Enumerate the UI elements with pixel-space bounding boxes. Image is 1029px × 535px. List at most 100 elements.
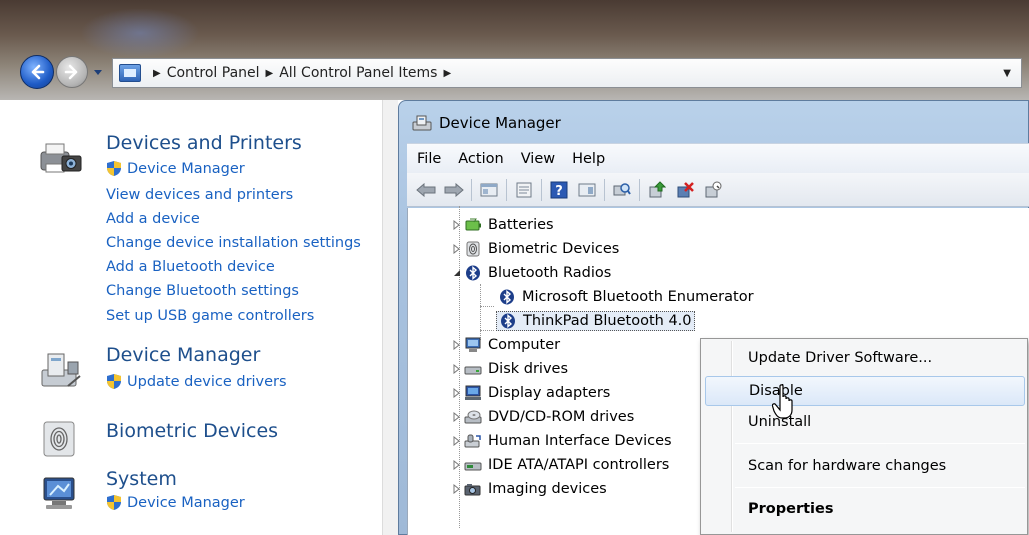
- toolbar-scan-hardware-button[interactable]: [611, 179, 633, 201]
- menu-action[interactable]: Action: [458, 151, 503, 167]
- devices-printers-title[interactable]: Devices and Printers: [106, 132, 302, 154]
- control-panel-icon: [119, 64, 141, 82]
- device-manager-title[interactable]: Device Manager: [106, 344, 260, 366]
- expand-arrow-icon[interactable]: [452, 364, 462, 374]
- toolbar-properties-button[interactable]: [513, 179, 535, 201]
- recent-pages-dropdown-icon[interactable]: [92, 66, 104, 78]
- bluetooth-icon: [500, 289, 514, 305]
- system-title[interactable]: System: [106, 468, 177, 490]
- forward-arrow-icon: [64, 64, 78, 80]
- toolbar-show-hide-tree-button[interactable]: [478, 179, 500, 201]
- device-manager-titlebar[interactable]: Device Manager: [411, 111, 561, 135]
- breadcrumb-control-panel[interactable]: Control Panel: [167, 65, 260, 81]
- usb-game-controllers-link[interactable]: Set up USB game controllers: [106, 308, 314, 324]
- breadcrumb-all-items[interactable]: All Control Panel Items: [279, 65, 437, 81]
- tree-item-label: Microsoft Bluetooth Enumerator: [522, 289, 754, 305]
- uac-shield-icon: [107, 495, 121, 510]
- toolbar-help-button[interactable]: ?: [548, 179, 570, 201]
- toolbar-separator: [506, 178, 507, 201]
- control-panel-scrollbar[interactable]: [382, 100, 398, 535]
- hid-icon: [464, 434, 481, 448]
- hand-cursor-icon: [772, 384, 793, 419]
- biometric-devices-title[interactable]: Biometric Devices: [106, 420, 278, 442]
- expand-arrow-icon[interactable]: [452, 412, 462, 422]
- system-computer-icon: [43, 477, 75, 509]
- context-menu-disable[interactable]: Disable: [705, 376, 1025, 406]
- expand-arrow-icon[interactable]: [452, 244, 462, 254]
- tree-item-ide-ata-atapi-controllers[interactable]: IDE ATA/ATAPI controllers: [452, 454, 669, 476]
- bluetooth-settings-link[interactable]: Change Bluetooth settings: [106, 283, 299, 299]
- tree-connector-line: [480, 306, 494, 307]
- collapse-arrow-icon[interactable]: [452, 268, 462, 278]
- toolbar-back-button[interactable]: [415, 179, 437, 201]
- tree-item-dvd-cd-rom-drives[interactable]: DVD/CD-ROM drives: [452, 406, 634, 428]
- menu-view[interactable]: View: [521, 151, 555, 167]
- expand-arrow-icon[interactable]: [452, 460, 462, 470]
- address-dropdown-icon[interactable]: ▼: [1003, 68, 1011, 79]
- system-device-manager-link[interactable]: Device Manager: [106, 494, 245, 511]
- update-driver-icon: [649, 180, 666, 197]
- tree-item-label: Human Interface Devices: [488, 433, 672, 449]
- update-device-drivers-link[interactable]: Update device drivers: [106, 373, 287, 390]
- expand-arrow-icon[interactable]: [452, 484, 462, 494]
- tree-item-label: DVD/CD-ROM drives: [488, 409, 635, 425]
- context-menu-properties[interactable]: Properties: [735, 494, 1025, 524]
- back-button[interactable]: [20, 55, 54, 89]
- expand-arrow-icon[interactable]: [452, 220, 462, 230]
- context-menu-separator: [735, 487, 1025, 488]
- battery-icon: [465, 218, 481, 231]
- toolbar: ?: [407, 173, 1029, 207]
- menu-file[interactable]: File: [417, 151, 441, 167]
- toolbar-uninstall-button[interactable]: [674, 179, 696, 201]
- breadcrumb-separator-icon[interactable]: ▶: [443, 68, 451, 79]
- bluetooth-icon: [466, 265, 480, 281]
- breadcrumb-separator-icon[interactable]: ▶: [153, 68, 161, 79]
- expand-arrow-icon[interactable]: [452, 436, 462, 446]
- tree-item-label: Batteries: [488, 217, 554, 233]
- toolbar-forward-button[interactable]: [443, 179, 465, 201]
- tree-item-computer[interactable]: Computer: [452, 334, 560, 356]
- fingerprint-icon: [466, 241, 480, 257]
- add-device-link[interactable]: Add a device: [106, 211, 200, 227]
- expand-arrow-icon[interactable]: [452, 388, 462, 398]
- tree-item-human-interface-devices[interactable]: Human Interface Devices: [452, 430, 672, 452]
- toolbar-separator: [541, 178, 542, 201]
- device-manager-window-title: Device Manager: [439, 114, 561, 132]
- context-menu-scan-hardware[interactable]: Scan for hardware changes: [735, 451, 1025, 481]
- tree-item-microsoft-bluetooth-enumerator[interactable]: Microsoft Bluetooth Enumerator: [498, 286, 754, 308]
- tree-item-thinkpad-bluetooth[interactable]: ThinkPad Bluetooth 4.0: [496, 310, 695, 332]
- toolbar-separator: [471, 178, 472, 201]
- toolbar-action-pane-button[interactable]: [576, 179, 598, 201]
- device-installation-settings-link[interactable]: Change device installation settings: [106, 235, 361, 251]
- tree-item-batteries[interactable]: Batteries: [452, 214, 554, 236]
- system-device-manager-label: Device Manager: [127, 494, 245, 511]
- tree-item-biometric-devices[interactable]: Biometric Devices: [452, 238, 619, 260]
- bluetooth-icon: [501, 313, 515, 329]
- action-pane-icon: [578, 183, 596, 196]
- context-menu-separator: [735, 443, 1025, 444]
- tree-connector-line: [480, 330, 494, 331]
- update-device-drivers-label: Update device drivers: [127, 373, 287, 390]
- tree-item-imaging-devices[interactable]: Imaging devices: [452, 478, 607, 500]
- tree-item-disk-drives[interactable]: Disk drives: [452, 358, 568, 380]
- breadcrumb-separator-icon[interactable]: ▶: [266, 68, 274, 79]
- expand-arrow-icon[interactable]: [452, 340, 462, 350]
- menu-help[interactable]: Help: [572, 151, 605, 167]
- tree-item-bluetooth-radios[interactable]: Bluetooth Radios: [452, 262, 611, 284]
- forward-button[interactable]: [56, 56, 88, 88]
- toolbar-update-driver-button[interactable]: [646, 179, 668, 201]
- camera-icon: [464, 484, 481, 496]
- view-devices-printers-link[interactable]: View devices and printers: [106, 187, 293, 203]
- add-bluetooth-device-link[interactable]: Add a Bluetooth device: [106, 259, 275, 275]
- address-bar[interactable]: ▶ Control Panel ▶ All Control Panel Item…: [112, 58, 1022, 88]
- help-icon: ?: [550, 181, 568, 199]
- toolbar-disable-button[interactable]: [702, 179, 724, 201]
- background-glow: [80, 8, 200, 58]
- window-chrome: ▶ Control Panel ▶ All Control Panel Item…: [0, 0, 1029, 100]
- context-menu-update-driver[interactable]: Update Driver Software...: [735, 343, 1025, 373]
- device-manager-link[interactable]: Device Manager: [106, 160, 245, 177]
- computer-icon: [465, 337, 481, 352]
- disk-drive-icon: [464, 366, 482, 375]
- tree-item-display-adapters[interactable]: Display adapters: [452, 382, 610, 404]
- dvd-drive-icon: [464, 410, 482, 424]
